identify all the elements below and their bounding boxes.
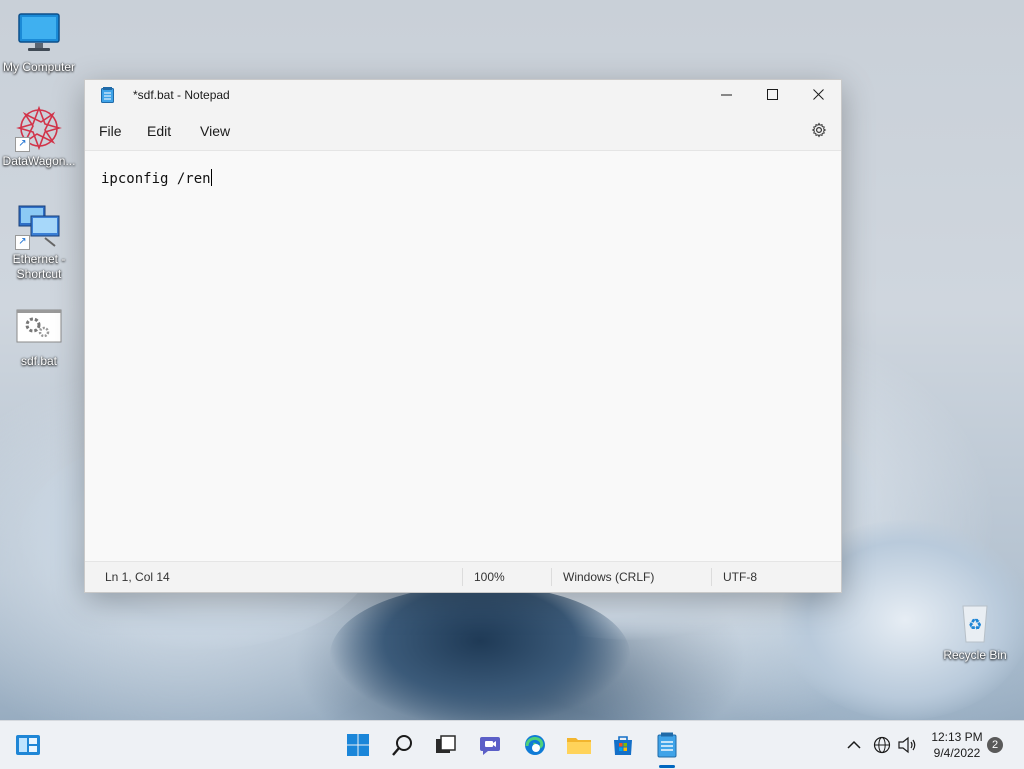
task-view-icon[interactable] xyxy=(431,731,459,759)
status-bar: Ln 1, Col 14 100% Windows (CRLF) UTF-8 xyxy=(85,561,841,592)
status-zoom: 100% xyxy=(474,570,505,584)
desktop-icon-my-computer[interactable]: My Computer xyxy=(2,10,76,75)
desktop-icon-label: DataWagon... xyxy=(2,154,76,168)
edge-browser-icon[interactable] xyxy=(521,731,549,759)
wallpaper-petal xyxy=(330,585,630,725)
menu-view[interactable]: View xyxy=(200,123,230,139)
desktop-icon-label: Ethernet - Shortcut xyxy=(12,252,66,281)
menu-edit[interactable]: Edit xyxy=(147,123,171,139)
desktop-icon-sdf-bat[interactable]: sdf.bat xyxy=(2,304,76,369)
status-divider xyxy=(551,568,552,586)
editor-text-line: ipconfig /ren xyxy=(101,169,212,187)
status-divider xyxy=(711,568,712,586)
title-bar[interactable]: *sdf.bat - Notepad xyxy=(85,80,841,110)
batch-file-icon xyxy=(15,304,63,352)
monitor-icon xyxy=(15,10,63,58)
text-editor-area[interactable]: ipconfig /ren xyxy=(85,150,841,561)
minimize-icon xyxy=(720,87,732,104)
recycle-bin-icon: ♻ xyxy=(951,598,999,646)
network-globe-icon[interactable] xyxy=(870,731,894,759)
window-title: *sdf.bat - Notepad xyxy=(133,88,230,102)
maximize-icon xyxy=(766,87,778,104)
status-divider xyxy=(462,568,463,586)
notepad-app-icon xyxy=(101,87,114,103)
desktop-icon-datawagon[interactable]: ↗ DataWagon... xyxy=(2,104,76,169)
chat-icon[interactable] xyxy=(476,731,504,759)
search-icon[interactable] xyxy=(389,731,417,759)
desktop-icon-label: Recycle Bin xyxy=(943,648,1007,662)
status-line-ending: Windows (CRLF) xyxy=(563,570,655,584)
status-cursor-position: Ln 1, Col 14 xyxy=(105,570,170,584)
datawagon-logo-icon: ↗ xyxy=(15,104,63,152)
widgets-icon[interactable] xyxy=(14,731,42,759)
menu-file[interactable]: File xyxy=(99,123,122,139)
close-button[interactable] xyxy=(795,80,841,110)
network-computers-icon: ↗ xyxy=(15,202,63,250)
shortcut-arrow-icon: ↗ xyxy=(15,235,30,250)
settings-gear-icon[interactable] xyxy=(811,122,827,138)
show-hidden-icons-chevron-up-icon[interactable] xyxy=(840,731,868,759)
clock-time[interactable]: 12:13 PM xyxy=(924,730,990,744)
desktop-icon-label: My Computer xyxy=(2,60,76,74)
close-icon xyxy=(812,87,824,104)
status-encoding: UTF-8 xyxy=(723,570,757,584)
desktop-icon-ethernet-shortcut[interactable]: ↗ Ethernet - Shortcut xyxy=(2,202,76,282)
svg-text:♻: ♻ xyxy=(968,615,982,634)
notepad-window[interactable]: *sdf.bat - Notepad File Edit View ipconf… xyxy=(84,79,842,593)
clock-date[interactable]: 9/4/2022 xyxy=(924,746,990,760)
menu-bar: File Edit View xyxy=(85,110,841,150)
desktop-icon-recycle-bin[interactable]: ♻ Recycle Bin xyxy=(938,598,1012,663)
notepad-taskbar-icon[interactable] xyxy=(653,731,681,759)
notification-count-badge[interactable]: 2 xyxy=(987,737,1003,753)
text-caret xyxy=(210,169,212,186)
shortcut-arrow-icon: ↗ xyxy=(15,137,30,152)
taskbar: 12:13 PM 9/4/2022 2 xyxy=(0,720,1024,769)
file-explorer-icon[interactable] xyxy=(565,731,593,759)
editor-content: ipconfig /ren xyxy=(101,171,211,187)
volume-speaker-icon[interactable] xyxy=(894,731,920,759)
minimize-button[interactable] xyxy=(703,80,749,110)
desktop-icon-label: sdf.bat xyxy=(20,354,58,368)
maximize-button[interactable] xyxy=(749,80,795,110)
start-windows-icon[interactable] xyxy=(344,731,372,759)
microsoft-store-icon[interactable] xyxy=(609,731,637,759)
